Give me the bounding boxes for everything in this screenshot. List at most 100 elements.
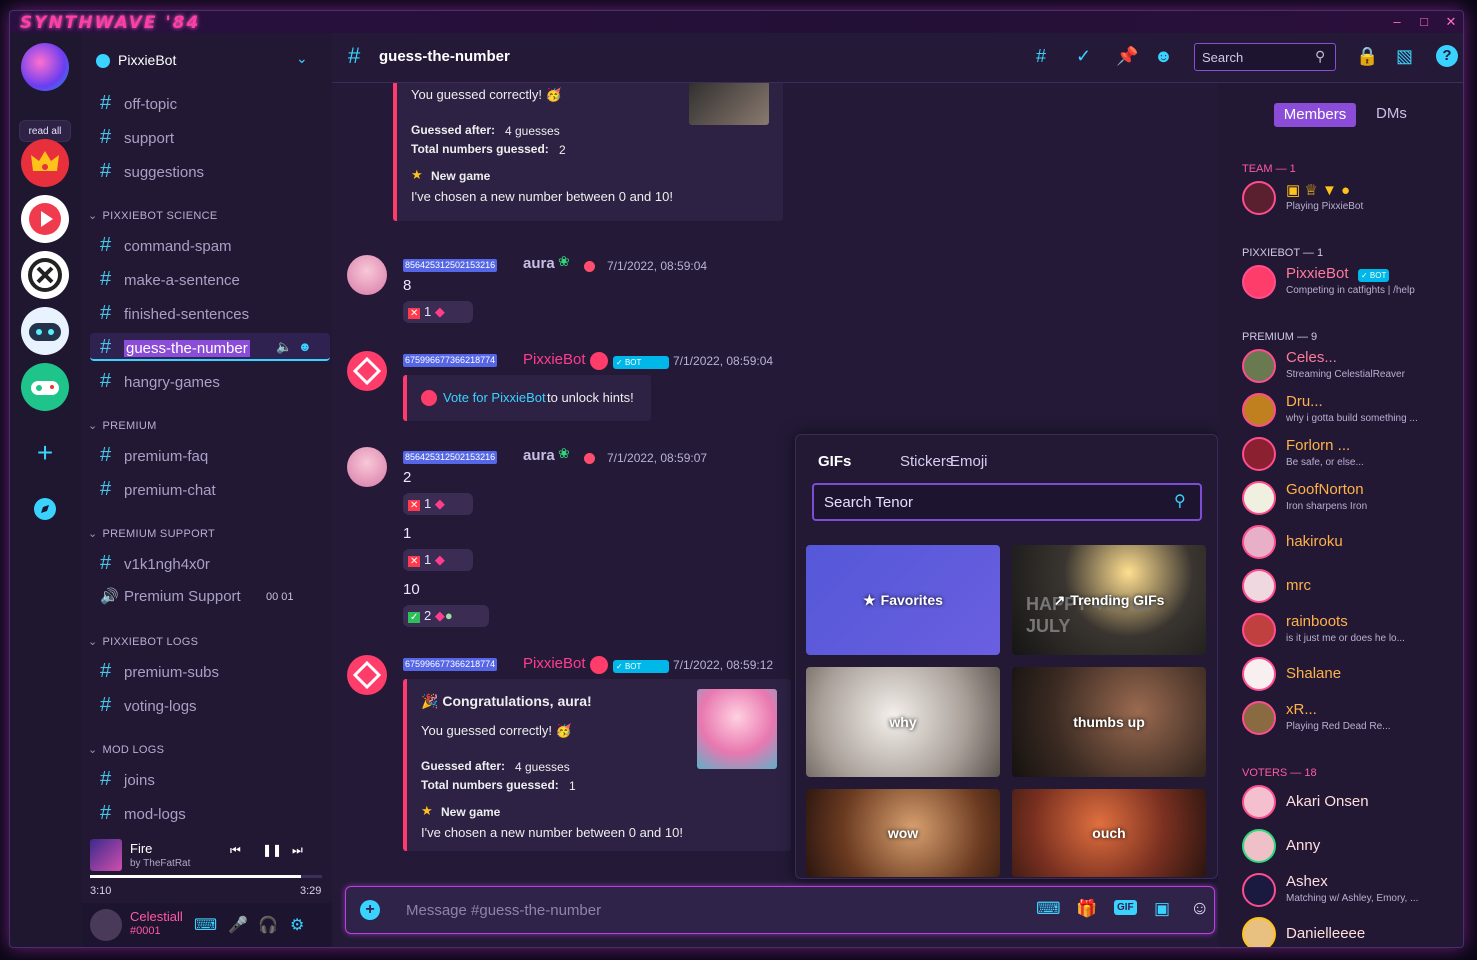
sticker-icon[interactable]: ▣: [1154, 899, 1170, 919]
explore-icon[interactable]: [21, 485, 69, 533]
user-avatar[interactable]: [347, 447, 387, 487]
member-item[interactable]: Dru... why i gotta build something ...: [1242, 389, 1462, 429]
help-icon[interactable]: ?: [1436, 45, 1458, 67]
channel-command-spam[interactable]: # command-spam: [96, 231, 324, 259]
robot-server-icon[interactable]: [21, 307, 69, 355]
gif-ouch[interactable]: ouch: [1012, 789, 1206, 877]
minimize-icon[interactable]: –: [1385, 12, 1409, 32]
search-input[interactable]: Search ⚲: [1194, 43, 1336, 71]
close-icon[interactable]: ✕: [1439, 12, 1463, 32]
category-mod-logs[interactable]: MOD LOGS: [88, 743, 164, 756]
gif-favorites[interactable]: ★ Favorites: [806, 545, 1000, 655]
user-avatar[interactable]: [90, 909, 122, 941]
category-premium[interactable]: PREMIUM: [88, 419, 157, 432]
gift-icon[interactable]: 🎁: [1076, 899, 1097, 919]
headphones-icon[interactable]: 🎧: [258, 915, 278, 935]
member-item[interactable]: Akari Onsen: [1242, 781, 1462, 821]
gear-server-icon[interactable]: [21, 251, 69, 299]
reaction[interactable]: ✓ 2 ◆●: [403, 605, 489, 627]
members-icon[interactable]: ☻: [1154, 46, 1173, 67]
member-item[interactable]: PixxieBot ✓ BOT Competing in catfights | /…: [1242, 261, 1462, 301]
vote-link[interactable]: Vote for PixxieBot: [443, 390, 546, 405]
member-item[interactable]: Anny: [1242, 825, 1462, 865]
gif-trending[interactable]: HAPPY 4TH OF JULY ↗ Trending GIFs: [1012, 545, 1206, 655]
member-item[interactable]: Ashex Matching w/ Ashley, Emory, ...: [1242, 869, 1462, 909]
home-avatar[interactable]: [21, 43, 69, 91]
channel-mod-logs[interactable]: # mod-logs: [96, 799, 324, 827]
gamepad-server-icon[interactable]: [21, 363, 69, 411]
pause-icon[interactable]: ❚❚: [262, 843, 282, 857]
chevron-down-icon[interactable]: ⌄: [296, 50, 308, 67]
next-icon[interactable]: ⏭: [292, 843, 303, 858]
member-item[interactable]: Forlorn ... Be safe, or else...: [1242, 433, 1462, 473]
username[interactable]: aura: [523, 447, 555, 464]
gamepad-icon[interactable]: ⌨: [194, 915, 217, 935]
channel-suggestions[interactable]: # suggestions: [96, 157, 324, 185]
channel-support[interactable]: # support: [96, 123, 324, 151]
tab-stickers[interactable]: Stickers: [900, 453, 953, 470]
guild-header[interactable]: PixxieBot ⌄: [82, 47, 332, 75]
lock-icon[interactable]: 🔒: [1356, 46, 1378, 67]
keyboard-icon[interactable]: ⌨: [1036, 899, 1061, 919]
reaction[interactable]: ✕ 1 ◆: [403, 301, 473, 323]
reaction[interactable]: ✕ 1 ◆: [403, 549, 473, 571]
gif-icon[interactable]: GIF: [1114, 900, 1137, 915]
tab-dms[interactable]: DMs: [1376, 105, 1407, 122]
mute-icon[interactable]: ✓: [1076, 46, 1091, 67]
crown-server-icon[interactable]: [21, 139, 69, 187]
settings-gear-icon[interactable]: ⚙: [290, 915, 304, 935]
inbox-icon[interactable]: ▧: [1396, 46, 1413, 67]
tab-gifs[interactable]: GIFs: [818, 453, 851, 470]
username[interactable]: PixxieBot: [523, 655, 586, 672]
category-logs[interactable]: PIXXIEBOT LOGS: [88, 635, 198, 648]
microphone-icon[interactable]: 🎤: [228, 915, 248, 935]
play-server-icon[interactable]: [21, 195, 69, 243]
member-item[interactable]: Danielleeee: [1242, 913, 1462, 947]
channel-premium-subs[interactable]: # premium-subs: [96, 657, 324, 685]
emoji-icon[interactable]: ☺: [1190, 898, 1209, 920]
maximize-icon[interactable]: □: [1412, 12, 1436, 32]
pin-icon[interactable]: 📌: [1116, 46, 1138, 67]
channel-voting-logs[interactable]: # voting-logs: [96, 691, 324, 719]
add-member-icon[interactable]: ☻: [298, 333, 312, 361]
category-science[interactable]: PIXXIEBOT SCIENCE: [88, 209, 218, 222]
member-item[interactable]: GoofNorton Iron sharpens Iron: [1242, 477, 1462, 517]
category-premium-support[interactable]: PREMIUM SUPPORT: [88, 527, 215, 540]
tenor-search-input[interactable]: Search Tenor ⚲: [812, 483, 1202, 521]
gif-wow[interactable]: wow: [806, 789, 1000, 877]
speaker-icon[interactable]: 🔈: [276, 333, 292, 361]
progress-track[interactable]: [90, 875, 322, 878]
tab-members[interactable]: Members: [1274, 103, 1356, 127]
channel-premium-chat[interactable]: # premium-chat: [96, 475, 324, 503]
member-item[interactable]: ▣ ♕ ▼ ● Playing PixxieBot: [1242, 177, 1462, 217]
member-item[interactable]: Shalane: [1242, 653, 1462, 693]
member-item[interactable]: hakiroku: [1242, 521, 1462, 561]
channel-make-a-sentence[interactable]: # make-a-sentence: [96, 265, 324, 293]
add-attachment-icon[interactable]: +: [360, 900, 380, 920]
message-input[interactable]: Message #guess-the-number: [406, 902, 601, 919]
reaction[interactable]: ✕ 1 ◆: [403, 493, 473, 515]
add-server-icon[interactable]: +: [21, 429, 69, 477]
tab-emoji[interactable]: Emoji: [950, 453, 988, 470]
channel-finished-sentences[interactable]: # finished-sentences: [96, 299, 324, 327]
bot-avatar[interactable]: [347, 351, 387, 391]
channel-joins[interactable]: # joins: [96, 765, 324, 793]
gif-thumbs-up[interactable]: thumbs up: [1012, 667, 1206, 777]
channel-guess-the-number[interactable]: # guess-the-number 🔈 ☻: [90, 333, 330, 361]
bot-avatar[interactable]: [347, 655, 387, 695]
member-item[interactable]: rainboots is it just me or does he lo...: [1242, 609, 1462, 649]
gif-why[interactable]: why: [806, 667, 1000, 777]
channel-hangry-games[interactable]: # hangry-games: [96, 367, 324, 395]
threads-icon[interactable]: #: [1036, 46, 1046, 67]
member-item[interactable]: mrc: [1242, 565, 1462, 605]
voice-channel-premium-support[interactable]: 🔊 Premium Support 00 01: [96, 583, 324, 611]
channel-premium-faq[interactable]: # premium-faq: [96, 441, 324, 469]
username[interactable]: aura: [523, 255, 555, 272]
channel-off-topic[interactable]: # off-topic: [96, 89, 324, 117]
user-avatar[interactable]: [347, 255, 387, 295]
channel-v1k1ngh4x0r[interactable]: # v1k1ngh4x0r: [96, 549, 324, 577]
member-item[interactable]: Celes... Streaming CelestialReaver: [1242, 345, 1462, 385]
previous-icon[interactable]: ⏮: [230, 843, 241, 858]
username[interactable]: PixxieBot: [523, 351, 586, 368]
member-item[interactable]: xR... Playing Red Dead Re...: [1242, 697, 1462, 737]
